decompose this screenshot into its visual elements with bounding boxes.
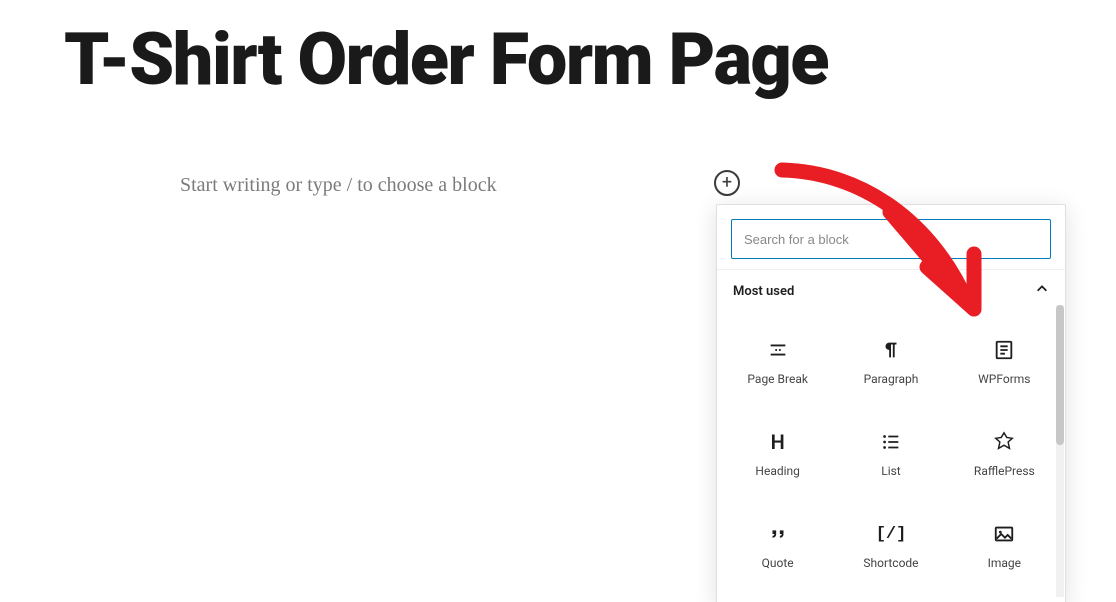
block-label: Quote (762, 556, 794, 570)
shortcode-icon: [/] (879, 522, 903, 546)
block-inserter-panel: Most used Page Break Paragraph (716, 204, 1066, 602)
block-shortcode[interactable]: [/] Shortcode (834, 500, 947, 592)
block-label: Paragraph (864, 372, 919, 386)
block-label: Page Break (747, 372, 808, 386)
block-quote[interactable]: Quote (721, 500, 834, 592)
search-wrap (717, 205, 1065, 269)
section-title: Most used (733, 284, 794, 299)
plus-icon: + (722, 174, 732, 192)
block-list[interactable]: List (834, 408, 947, 500)
block-label: Image (988, 556, 1021, 570)
block-heading[interactable]: H Heading (721, 408, 834, 500)
section-most-used-header[interactable]: Most used (717, 269, 1065, 310)
block-label: Heading (755, 464, 800, 478)
block-paragraph[interactable]: Paragraph (834, 316, 947, 408)
list-icon (879, 430, 903, 454)
quote-icon (766, 522, 790, 546)
inserter-scrollbar[interactable] (1056, 305, 1064, 597)
block-rafflepress[interactable]: RafflePress (948, 408, 1061, 500)
wpforms-icon (992, 338, 1016, 362)
scrollbar-thumb[interactable] (1056, 305, 1064, 445)
content-placeholder-text: Start writing or type / to choose a bloc… (180, 174, 497, 197)
block-label: RafflePress (974, 464, 1035, 478)
block-label: WPForms (978, 372, 1030, 386)
page-break-icon (766, 338, 790, 362)
paragraph-icon (879, 338, 903, 362)
block-label: List (881, 464, 901, 478)
block-image[interactable]: Image (948, 500, 1061, 592)
chevron-up-icon (1035, 282, 1049, 300)
add-block-button[interactable]: + (714, 170, 740, 196)
block-grid: Page Break Paragraph WPForms H Heading (721, 316, 1061, 592)
heading-icon: H (766, 430, 790, 454)
image-icon (992, 522, 1016, 546)
block-search-input[interactable] (731, 219, 1051, 259)
block-grid-scroll[interactable]: Page Break Paragraph WPForms H Heading (717, 310, 1065, 602)
page-title[interactable]: T-Shirt Order Form Page (64, 22, 1116, 98)
block-page-break[interactable]: Page Break (721, 316, 834, 408)
block-label: Shortcode (863, 556, 918, 570)
rafflepress-icon (992, 430, 1016, 454)
block-wpforms[interactable]: WPForms (948, 316, 1061, 408)
